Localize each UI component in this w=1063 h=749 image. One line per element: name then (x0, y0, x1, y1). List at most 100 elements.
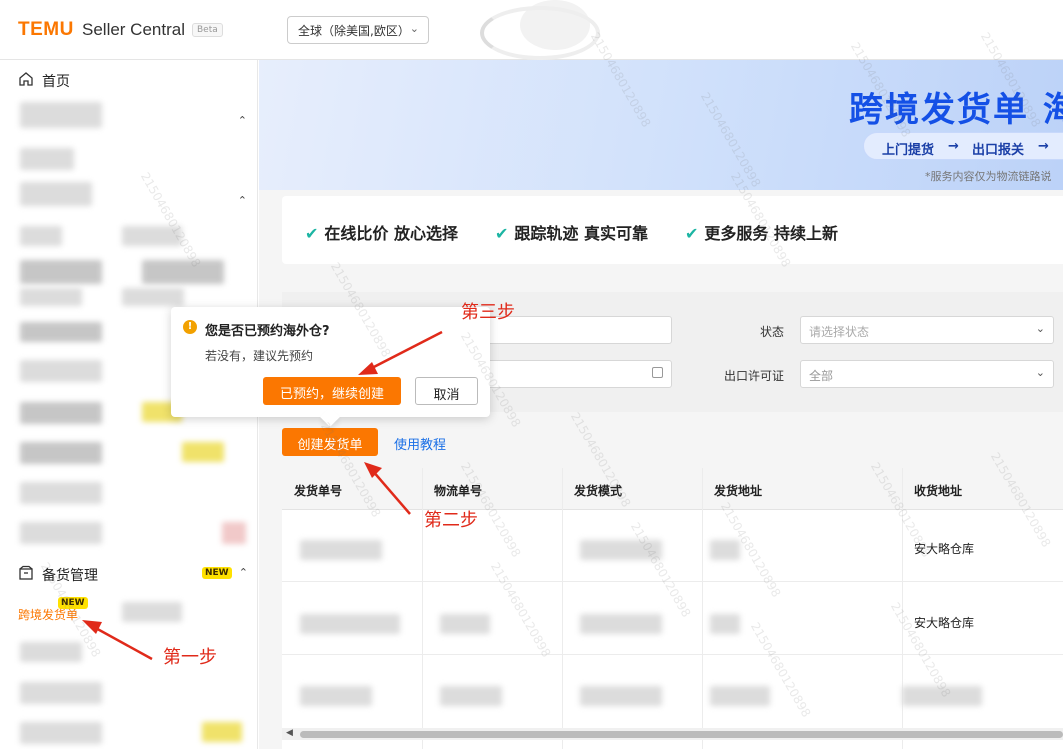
blurred-badge (222, 522, 246, 544)
create-shipment-button[interactable]: 创建发货单 (282, 428, 378, 456)
column-divider (562, 468, 563, 749)
row-divider (282, 581, 1063, 582)
blurred-menu-item (20, 522, 102, 544)
scrollbar-thumb[interactable] (300, 731, 1063, 738)
feature-label: 更多服务 持续上新 (704, 224, 838, 243)
feature-strip: ✔ 在线比价 放心选择 ✔ 跟踪轨迹 真实可靠 ✔ 更多服务 持续上新 (282, 196, 1063, 264)
blurred-menu-item (20, 482, 102, 504)
blurred-cell (580, 540, 662, 560)
column-divider (702, 468, 703, 749)
banner-steps-pill: 上门提货 → 出口报关 → (863, 132, 1063, 160)
shipment-table: 发货单号 物流单号 发货模式 发货地址 收货地址 安大略仓库 安大略仓库 (282, 468, 1063, 749)
arrow-right-icon: → (1038, 139, 1049, 154)
region-select[interactable]: 全球（除美国,欧区） ⌄ (287, 16, 429, 44)
scroll-left-icon[interactable]: ◀ (286, 728, 293, 738)
license-select[interactable]: 全部 ⌄ (800, 360, 1054, 388)
license-value: 全部 (809, 369, 834, 383)
sidebar-item-label: 首页 (42, 74, 70, 90)
blurred-badge (202, 722, 242, 742)
blurred-menu-item (20, 148, 74, 170)
horizontal-scrollbar[interactable]: ◀ (282, 728, 1063, 740)
pill-step: 出口报关 (972, 143, 1025, 158)
status-label: 状态 (760, 325, 785, 339)
promo-banner: 跨境发货单 海 上门提货 → 出口报关 → *服务内容仅为物流链路说 (259, 60, 1063, 190)
feature-label: 跟踪轨迹 真实可靠 (514, 224, 648, 243)
blurred-cell (580, 614, 662, 634)
blurred-menu-item (20, 102, 102, 128)
blurred-menu-item (20, 722, 102, 744)
check-icon: ✔ (495, 224, 509, 243)
pill-step: 上门提货 (882, 143, 935, 158)
status-select[interactable]: 请选择状态 ⌄ (800, 316, 1054, 344)
chevron-down-icon: ⌄ (409, 22, 419, 35)
box-icon (19, 565, 33, 580)
popover-text: 若没有，建议先预约 (205, 349, 314, 363)
blurred-cell (440, 614, 490, 634)
sidebar-item-cross-border-shipment[interactable]: 跨境发货单 (18, 606, 78, 623)
step2-annotation: 第二步 (424, 510, 478, 531)
feature-item: ✔ 在线比价 放心选择 (305, 220, 458, 244)
blurred-cell (300, 614, 400, 634)
blurred-cell (300, 540, 382, 560)
blurred-menu-item (20, 260, 102, 284)
row-divider (282, 654, 1063, 655)
receive-address: 安大略仓库 (914, 616, 975, 630)
check-icon: ✔ (305, 224, 319, 243)
sidebar-item-home[interactable]: 首页 (0, 60, 257, 98)
sidebar-item-stock-management[interactable]: 备货管理 NEW ⌃ (0, 554, 257, 592)
blurred-menu-item (20, 182, 92, 206)
blurred-cell (710, 540, 740, 560)
blurred-menu-item (142, 260, 224, 284)
blurred-menu-item (20, 322, 102, 342)
chevron-up-icon[interactable]: ⌃ (239, 566, 248, 579)
blurred-menu-item (20, 442, 102, 464)
table-header: 发货单号 物流单号 发货模式 发货地址 收货地址 (282, 468, 1063, 510)
chevron-up-icon[interactable]: ⌃ (238, 114, 247, 127)
confirm-continue-button[interactable]: 已预约，继续创建 (263, 377, 401, 405)
tutorial-link[interactable]: 使用教程 (394, 434, 446, 453)
temu-logo[interactable]: TEMU (18, 19, 74, 41)
license-label: 出口许可证 (724, 369, 785, 383)
warning-icon: ! (183, 320, 197, 334)
blurred-menu-item (20, 642, 82, 662)
blurred-menu-item (122, 288, 184, 306)
arrow-right-icon: → (948, 139, 959, 154)
column-divider (422, 468, 423, 749)
beta-badge: Beta (192, 23, 223, 37)
blurred-menu-item (20, 226, 62, 246)
column-header: 发货模式 (574, 484, 623, 498)
confirm-popover: ! 您是否已预约海外仓? 若没有，建议先预约 已预约，继续创建 取消 (171, 307, 490, 427)
cancel-button[interactable]: 取消 (415, 377, 478, 405)
banner-title: 跨境发货单 海 (849, 90, 1063, 130)
blurred-menu-item (20, 682, 102, 704)
calendar-icon (652, 367, 663, 378)
new-badge: NEW (202, 567, 232, 579)
blurred-cell (710, 614, 740, 634)
top-header: TEMU Seller Central Beta 全球（除美国,欧区） ⌄ (0, 0, 1063, 60)
chevron-down-icon: ⌄ (1035, 322, 1045, 335)
step3-annotation: 第三步 (461, 302, 515, 323)
blurred-menu-item (20, 402, 102, 424)
banner-note: *服务内容仅为物流链路说 (925, 170, 1052, 183)
blurred-menu-item (122, 602, 182, 622)
chevron-down-icon: ⌄ (1035, 366, 1045, 379)
feature-label: 在线比价 放心选择 (324, 224, 458, 243)
blurred-menu-item (20, 360, 102, 382)
home-icon (19, 72, 33, 86)
popover-title: 您是否已预约海外仓? (205, 324, 330, 339)
chevron-up-icon[interactable]: ⌃ (238, 194, 247, 207)
app-name: Seller Central (82, 20, 185, 39)
blurred-menu-item (20, 288, 82, 306)
blurred-cell (710, 686, 770, 706)
blurred-cell (580, 686, 662, 706)
column-header: 发货地址 (714, 484, 763, 498)
feature-item: ✔ 跟踪轨迹 真实可靠 (495, 220, 648, 244)
status-placeholder: 请选择状态 (809, 325, 870, 339)
check-icon: ✔ (685, 224, 699, 243)
column-divider (902, 468, 903, 749)
date-input[interactable] (474, 360, 672, 388)
blurred-cell (440, 686, 502, 706)
blurred-cell (300, 686, 372, 706)
receive-address: 安大略仓库 (914, 542, 975, 556)
sidebar-item-label: 备货管理 (42, 568, 98, 584)
